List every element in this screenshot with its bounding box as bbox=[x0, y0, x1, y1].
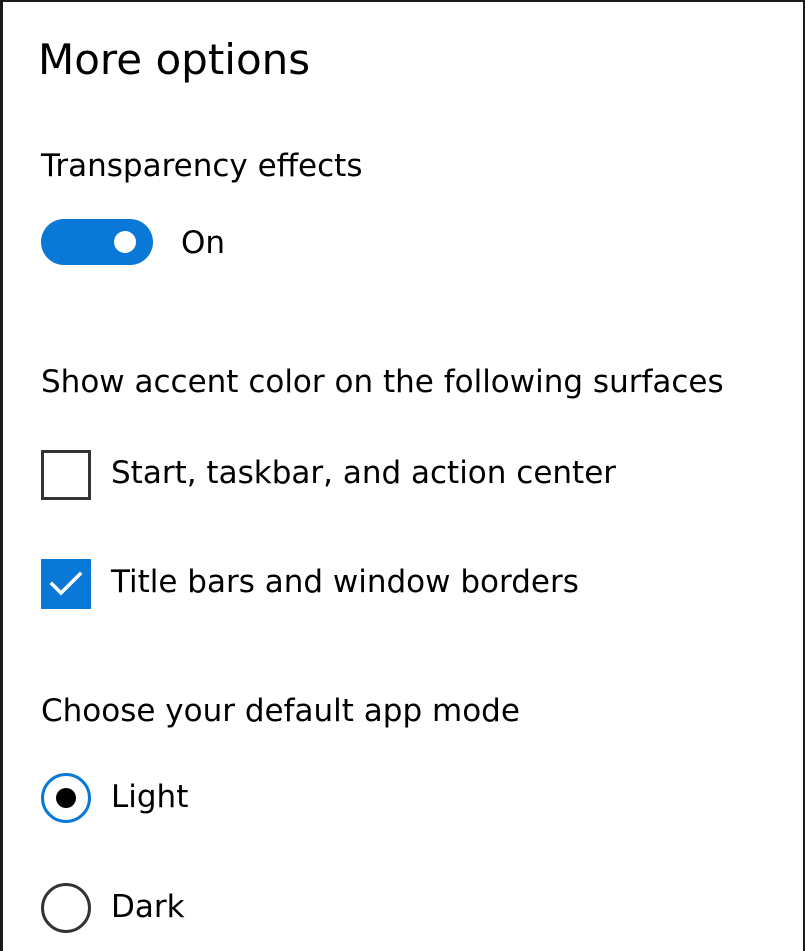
title-bars-checkbox[interactable] bbox=[41, 559, 91, 609]
dark-mode-label[interactable]: Dark bbox=[111, 887, 185, 927]
more-options-panel: More options Transparency effects On Sho… bbox=[0, 0, 805, 951]
checkmark-icon bbox=[49, 571, 83, 596]
title-bars-label[interactable]: Title bars and window borders bbox=[111, 562, 579, 602]
radio-selected-dot bbox=[56, 788, 76, 808]
accent-surfaces-label: Show accent color on the following surfa… bbox=[41, 364, 724, 400]
transparency-toggle[interactable] bbox=[41, 219, 153, 265]
page-title: More options bbox=[38, 35, 311, 84]
start-taskbar-checkbox[interactable] bbox=[41, 450, 91, 500]
transparency-toggle-state: On bbox=[181, 225, 226, 261]
app-mode-label: Choose your default app mode bbox=[41, 693, 520, 729]
start-taskbar-label[interactable]: Start, taskbar, and action center bbox=[111, 453, 616, 493]
toggle-knob bbox=[114, 231, 136, 253]
light-mode-radio[interactable] bbox=[41, 773, 91, 823]
light-mode-label[interactable]: Light bbox=[111, 777, 188, 817]
dark-mode-radio[interactable] bbox=[41, 883, 91, 933]
transparency-effects-label: Transparency effects bbox=[41, 148, 363, 184]
